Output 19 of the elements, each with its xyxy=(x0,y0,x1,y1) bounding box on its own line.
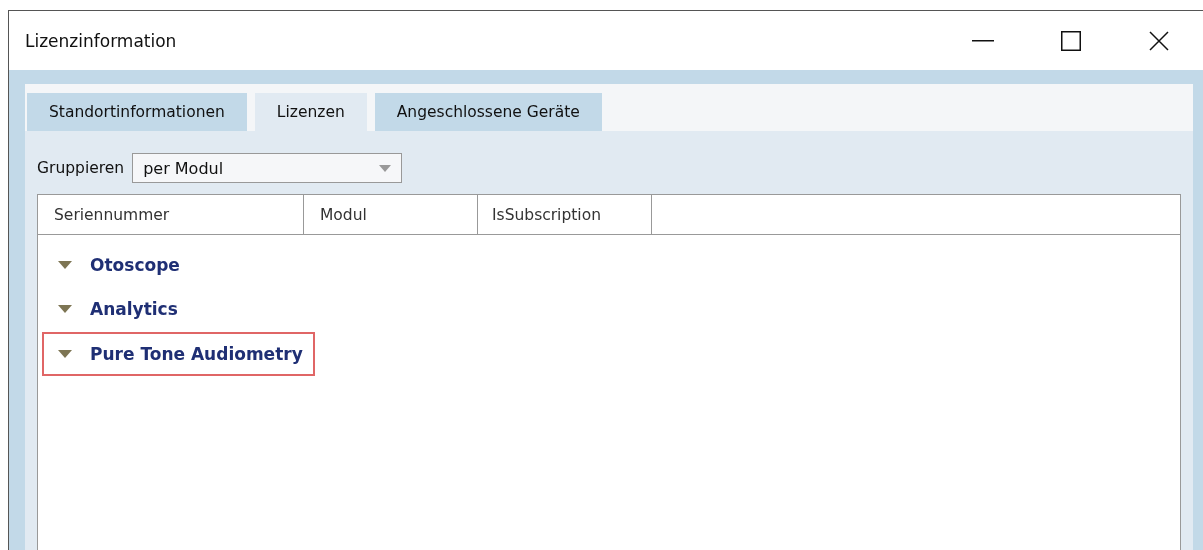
window-title: Lizenzinformation xyxy=(25,30,177,51)
expanded-triangle-icon[interactable] xyxy=(58,349,72,359)
group-label[interactable]: Analytics xyxy=(90,299,178,319)
caret-icon xyxy=(379,164,392,172)
tab[interactable]: Lizenzen xyxy=(254,93,367,131)
tab[interactable]: Angeschlossene Geräte xyxy=(374,93,602,131)
column-header[interactable]: IsSubscription xyxy=(478,195,652,234)
group-by-label: Gruppieren xyxy=(37,159,125,177)
expanded-triangle-icon[interactable] xyxy=(58,260,72,270)
maximize-icon xyxy=(1061,30,1081,51)
tab[interactable]: Standortinformationen xyxy=(27,93,247,131)
column-header[interactable]: Modul xyxy=(304,195,478,234)
group-label[interactable]: Pure Tone Audiometry xyxy=(90,344,303,364)
column-header[interactable]: Seriennummer xyxy=(38,195,304,234)
minimize-icon xyxy=(972,39,994,42)
close-icon xyxy=(1149,30,1169,51)
group-label[interactable]: Otoscope xyxy=(90,255,180,275)
expanded-triangle-icon[interactable] xyxy=(58,304,72,314)
group-by-dropdown[interactable]: per Modul xyxy=(132,153,403,183)
